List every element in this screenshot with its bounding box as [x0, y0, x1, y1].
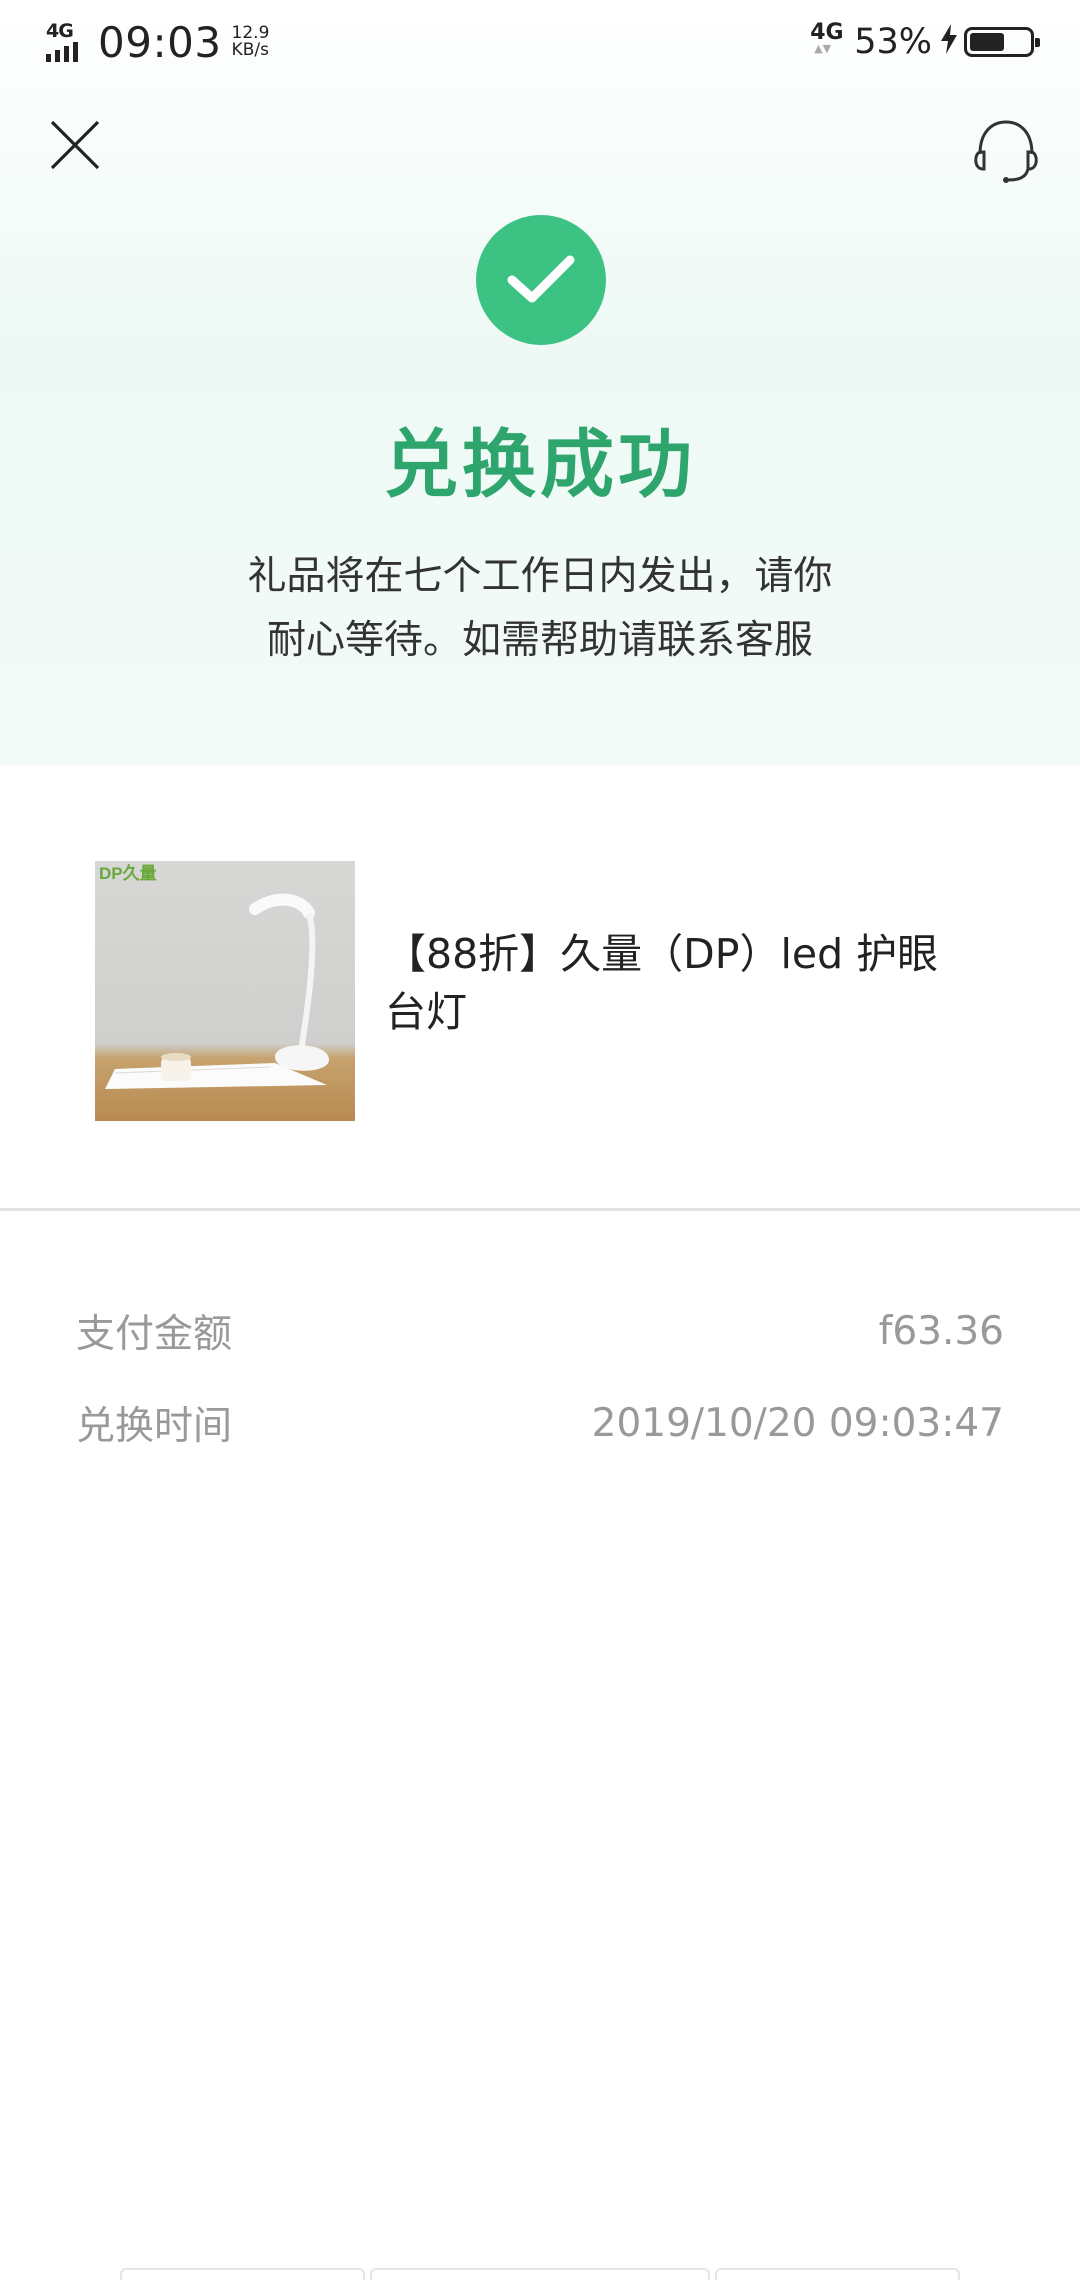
exchange-time-label: 兑换时间: [76, 1404, 233, 1449]
section-divider: [0, 1208, 1080, 1211]
payment-amount-row: 支付金额 f63.36: [0, 1296, 1080, 1366]
page: 4G 09:03 12.9 KB/s 4G ▲▼ 53% 兑换成功 礼品将在七个…: [0, 0, 1080, 2280]
network-type: 4G: [46, 20, 74, 42]
battery-percent: 53%: [854, 22, 932, 62]
clock: 09:03: [98, 17, 222, 67]
headset-icon: [974, 120, 1038, 183]
result-title: 兑换成功: [384, 422, 696, 508]
product-image: DP久量: [95, 861, 355, 1121]
exchange-time-value: 2019/10/20 09:03:47: [591, 1400, 1004, 1446]
speed-unit: KB/s: [231, 40, 269, 60]
battery-icon: [964, 27, 1040, 57]
network-speed: 12.9 KB/s: [232, 25, 270, 59]
customer-service-button[interactable]: [966, 110, 1046, 190]
payment-amount-label: 支付金额: [76, 1312, 233, 1357]
product-name: 【88折】久量（DP）led 护眼 台灯: [385, 925, 1005, 1041]
close-icon: [50, 120, 100, 170]
product-name-line-2: 台灯: [385, 988, 467, 1036]
description-line-2: 耐心等待。如需帮助请联系客服: [266, 618, 813, 663]
signal-icon: 4G: [46, 20, 90, 62]
payment-amount-value: f63.36: [878, 1308, 1004, 1354]
success-check-icon: [476, 215, 606, 345]
charging-icon: [940, 23, 958, 61]
result-description: 礼品将在七个工作日内发出，请你 耐心等待。如需帮助请联系客服: [200, 545, 880, 673]
exchange-time-row: 兑换时间 2019/10/20 09:03:47: [0, 1388, 1080, 1458]
close-button[interactable]: [40, 110, 110, 180]
mobile-data-icon: 4G ▲▼: [810, 20, 844, 55]
status-left: 4G 09:03 12.9 KB/s: [46, 18, 269, 67]
status-bar: 4G 09:03 12.9 KB/s 4G ▲▼ 53%: [0, 0, 1080, 84]
product-card[interactable]: DP久量 【88折】久量（DP）led 护眼 台灯: [0, 765, 1080, 1210]
product-name-line-1: 【88折】久量（DP）led 护眼: [385, 930, 939, 978]
description-line-1: 礼品将在七个工作日内发出，请你: [247, 554, 833, 599]
svg-text:DP久量: DP久量: [99, 863, 157, 883]
status-right: 4G ▲▼ 53%: [810, 20, 1040, 62]
bottom-edge: [0, 2268, 1080, 2280]
